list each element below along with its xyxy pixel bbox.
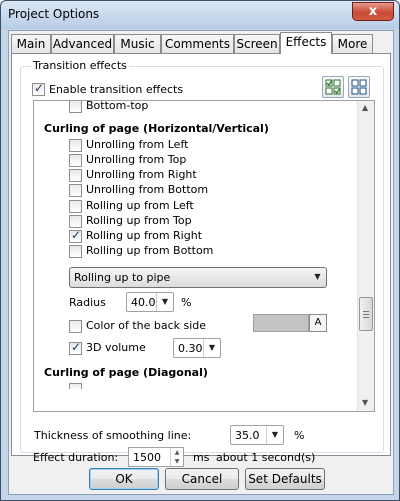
smoothing-label: Thickness of smoothing line: (34, 429, 192, 442)
color-picker-button[interactable]: A (309, 314, 327, 332)
enable-transition-checkbox[interactable]: ✓ (32, 81, 45, 96)
effects-list[interactable]: Bottom-top Curling of page (Horizontal/V… (33, 100, 375, 412)
radius-value: 40.0 (131, 296, 156, 309)
enable-transition-label: Enable transition effects (49, 83, 184, 96)
bottom-top-label: Bottom-top (86, 100, 149, 112)
vertical-scrollbar[interactable]: ▲ ▼ (357, 101, 374, 411)
spin-down-icon[interactable]: ▼ (171, 457, 183, 466)
chevron-down-icon: ▼ (156, 293, 173, 311)
item-checkbox[interactable] (69, 215, 82, 228)
duration-value: 1500 (133, 451, 161, 464)
back-color-swatch[interactable] (253, 314, 309, 332)
scroll-down-icon[interactable]: ▼ (362, 398, 368, 407)
close-button[interactable]: x (352, 2, 394, 21)
tab-music[interactable]: Music (114, 34, 161, 53)
section-curling-diagonal: Curling of page (Diagonal) (44, 366, 208, 379)
tab-more[interactable]: More (332, 34, 373, 53)
ok-button[interactable]: OK (89, 468, 159, 490)
curl-mode-select[interactable]: Rolling up to pipe ▼ (69, 267, 327, 288)
title-bar[interactable]: Project Options x (1, 1, 399, 29)
item-checkbox[interactable] (69, 245, 82, 258)
volume-label: 3D volume (86, 341, 146, 354)
volume-checkbox[interactable]: ✓ (69, 340, 82, 355)
volume-select[interactable]: 0.30 ▼ (173, 338, 221, 358)
project-options-window: Project Options x Main Advanced Music Co… (0, 0, 400, 501)
scroll-thumb[interactable] (359, 297, 373, 331)
chevron-down-icon: ▼ (314, 272, 321, 281)
smoothing-unit: % (294, 429, 305, 442)
tab-advanced[interactable]: Advanced (51, 34, 114, 53)
item-checkbox[interactable]: ✓ (69, 228, 82, 243)
tab-effects[interactable]: Effects (280, 32, 332, 54)
uncheck-all-icon[interactable] (348, 76, 370, 98)
item-label: Rolling up from Left (86, 199, 194, 212)
tab-screen[interactable]: Screen (234, 34, 280, 53)
set-defaults-button[interactable]: Set Defaults (245, 468, 325, 490)
tab-comments[interactable]: Comments (161, 34, 234, 53)
duration-label: Effect duration: (33, 451, 119, 464)
item-checkbox[interactable] (69, 200, 82, 213)
item-label: Unrolling from Left (86, 138, 189, 151)
scroll-up-icon[interactable]: ▲ (362, 103, 368, 112)
dialog-body: Main Advanced Music Comments Screen Effe… (8, 30, 394, 495)
volume-value: 0.30 (178, 342, 203, 355)
tab-main[interactable]: Main (11, 34, 51, 53)
effects-panel: Transition effects ✓ Enable transition e… (11, 53, 391, 456)
radius-label: Radius (69, 296, 106, 309)
duration-unit: ms (193, 451, 210, 464)
curl-mode-value: Rolling up to pipe (74, 271, 171, 284)
smoothing-select[interactable]: 35.0 ▼ (230, 425, 284, 445)
back-color-label: Color of the back side (86, 319, 207, 332)
duration-spinner[interactable]: 1500 ▲ ▼ (128, 447, 184, 467)
chevron-down-icon: ▼ (203, 339, 220, 357)
item-label: Unrolling from Top (86, 153, 187, 166)
item-label: Unrolling from Bottom (86, 183, 209, 196)
group-legend: Transition effects (31, 59, 129, 72)
partial-checkbox[interactable] (69, 383, 82, 389)
section-curling-horizontal: Curling of page (Horizontal/Vertical) (44, 122, 269, 135)
check-all-icon[interactable] (322, 76, 344, 98)
item-label: Unrolling from Right (86, 168, 197, 181)
item-checkbox[interactable] (69, 184, 82, 197)
chevron-down-icon: ▼ (266, 426, 283, 444)
spin-up-icon[interactable]: ▲ (171, 448, 183, 457)
radius-select[interactable]: 40.0 ▼ (126, 292, 174, 312)
check-mark-icon: ✓ (34, 81, 45, 95)
duration-hint: about 1 second(s) (216, 451, 316, 464)
item-label: Rolling up from Bottom (86, 244, 214, 257)
item-label: Rolling up from Right (86, 229, 203, 242)
item-checkbox[interactable] (69, 139, 82, 152)
check-mark-icon: ✓ (71, 228, 82, 242)
window-title: Project Options (8, 7, 100, 21)
back-color-checkbox[interactable] (69, 320, 82, 333)
item-label: Rolling up from Top (86, 214, 192, 227)
item-checkbox[interactable] (69, 169, 82, 182)
item-checkbox[interactable] (69, 154, 82, 167)
smoothing-value: 35.0 (235, 429, 260, 442)
cancel-button[interactable]: Cancel (165, 468, 239, 490)
check-mark-icon: ✓ (71, 340, 82, 354)
radius-unit: % (181, 296, 192, 309)
bottom-top-checkbox[interactable] (69, 101, 82, 113)
